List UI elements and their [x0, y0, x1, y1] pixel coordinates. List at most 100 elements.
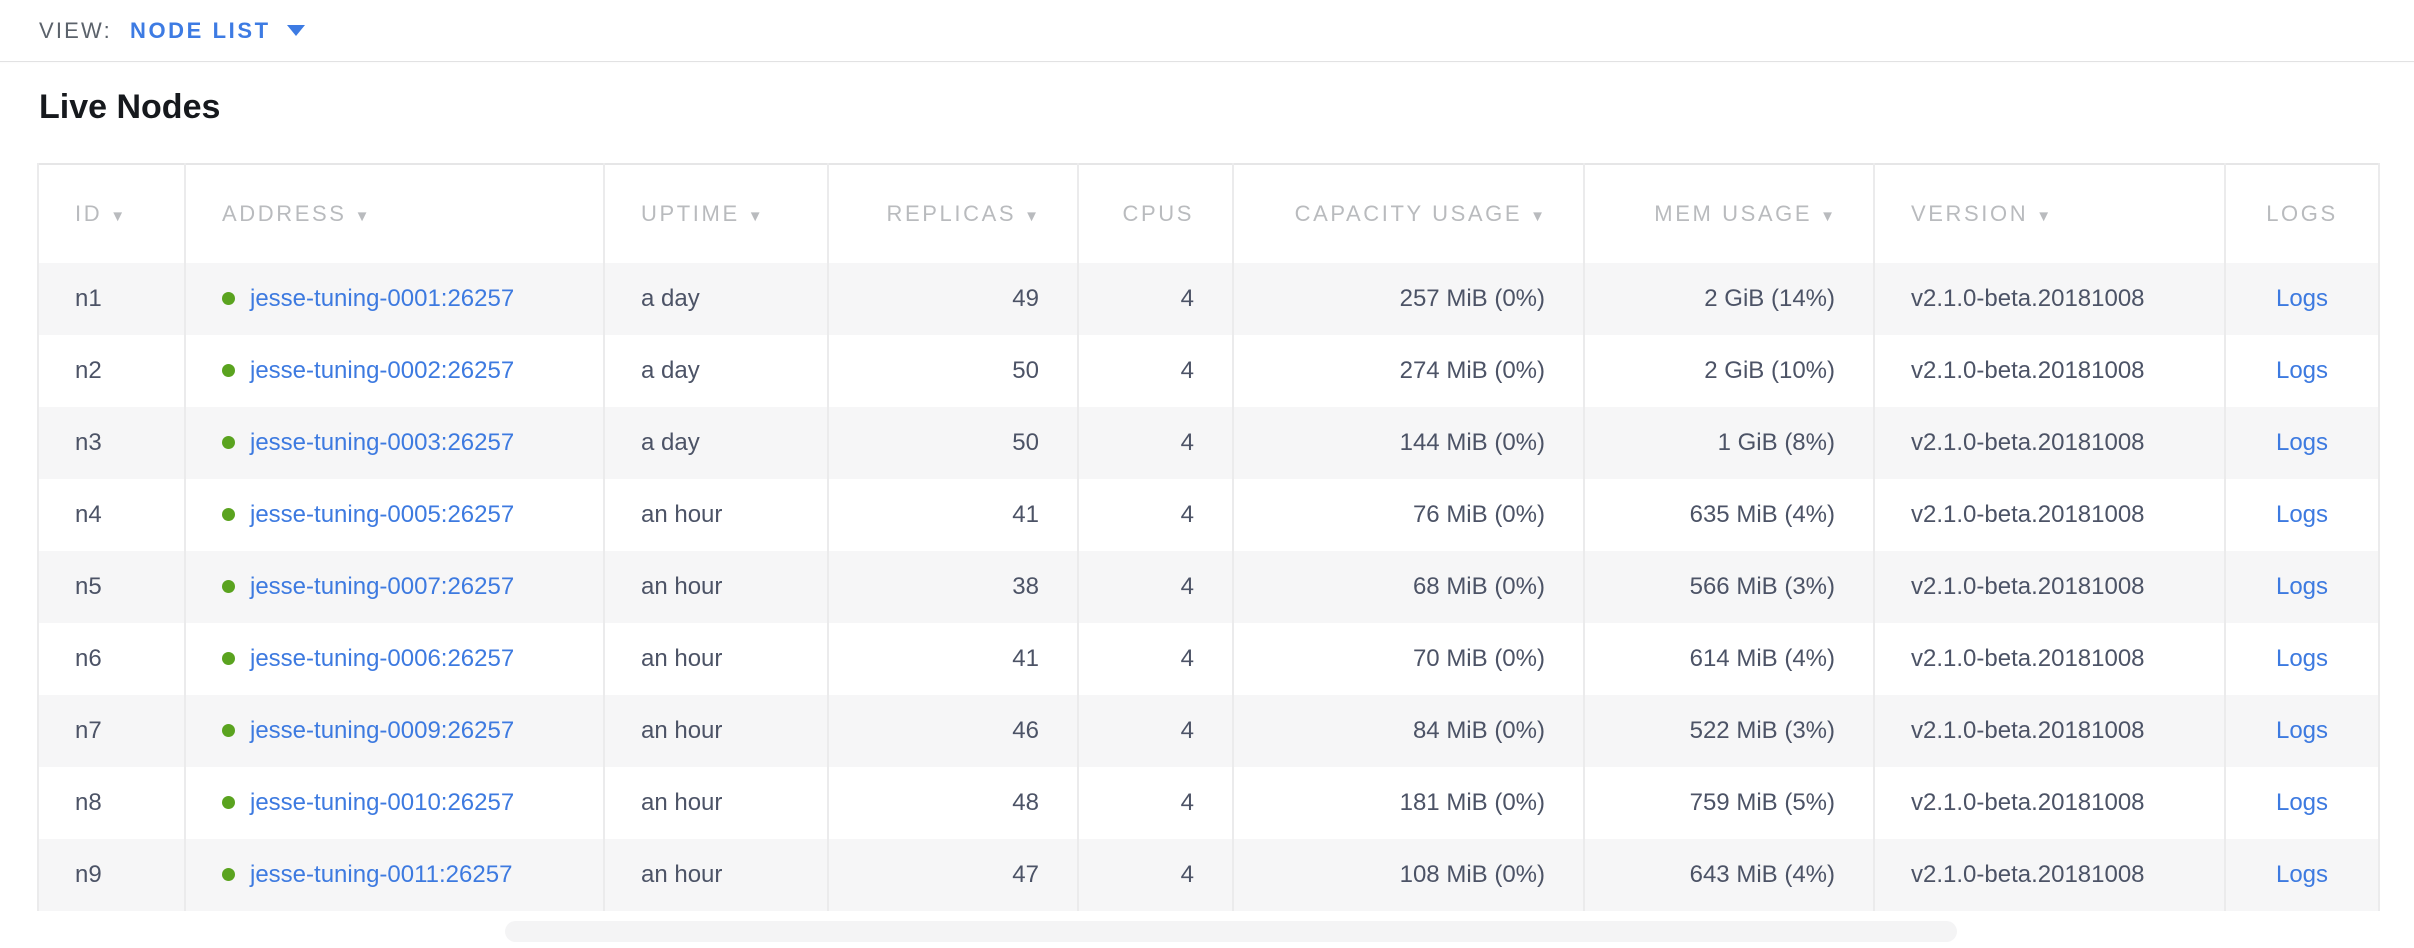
cell-replicas: 48 — [828, 767, 1078, 839]
column-header-label: REPLICAS — [887, 201, 1017, 226]
node-healthy-status-icon — [222, 292, 235, 305]
cell-replicas: 38 — [828, 551, 1078, 623]
view-label: VIEW: — [39, 18, 112, 44]
cell-version: v2.1.0-beta.20181008 — [1874, 551, 2225, 623]
chevron-down-icon — [287, 25, 305, 36]
node-row-n4: n4jesse-tuning-0005:26257an hour41476 Mi… — [38, 479, 2379, 551]
view-selector-dropdown[interactable]: NODE LIST — [130, 18, 305, 44]
column-header-replicas[interactable]: REPLICAS▼ — [828, 164, 1078, 263]
cell-address: jesse-tuning-0006:26257 — [185, 623, 604, 695]
column-header-mem[interactable]: MEM USAGE▼ — [1584, 164, 1874, 263]
cell-capacity: 84 MiB (0%) — [1233, 695, 1584, 767]
cell-replicas: 41 — [828, 479, 1078, 551]
cell-uptime: an hour — [604, 479, 828, 551]
column-header-capacity[interactable]: CAPACITY USAGE ▼ — [1233, 164, 1584, 263]
cell-cpus: 4 — [1078, 695, 1233, 767]
column-header-uptime[interactable]: UPTIME▼ — [604, 164, 828, 263]
cell-cpus: 4 — [1078, 623, 1233, 695]
cell-version: v2.1.0-beta.20181008 — [1874, 839, 2225, 911]
column-header-label: UPTIME — [641, 201, 740, 226]
cell-version: v2.1.0-beta.20181008 — [1874, 767, 2225, 839]
cell-mem: 614 MiB (4%) — [1584, 623, 1874, 695]
horizontal-scrollbar[interactable] — [505, 921, 1957, 942]
cell-replicas: 41 — [828, 623, 1078, 695]
cell-logs: Logs — [2225, 623, 2379, 695]
cell-logs: Logs — [2225, 335, 2379, 407]
cell-capacity: 144 MiB (0%) — [1233, 407, 1584, 479]
node-logs-link[interactable]: Logs — [2276, 501, 2328, 528]
node-row-n2: n2jesse-tuning-0002:26257a day504274 MiB… — [38, 335, 2379, 407]
node-logs-link[interactable]: Logs — [2276, 357, 2328, 384]
node-logs-link[interactable]: Logs — [2276, 429, 2328, 456]
cell-version: v2.1.0-beta.20181008 — [1874, 623, 2225, 695]
live-nodes-table: ID▼ADDRESS▼UPTIME▼REPLICAS▼CPUSCAPACITY … — [37, 163, 2380, 911]
cell-version: v2.1.0-beta.20181008 — [1874, 479, 2225, 551]
node-address-link[interactable]: jesse-tuning-0006:26257 — [250, 645, 514, 672]
node-logs-link[interactable]: Logs — [2276, 285, 2328, 312]
node-row-n8: n8jesse-tuning-0010:26257an hour484181 M… — [38, 767, 2379, 839]
column-header-label: ADDRESS — [222, 201, 347, 226]
cell-capacity: 257 MiB (0%) — [1233, 263, 1584, 335]
cell-version: v2.1.0-beta.20181008 — [1874, 263, 2225, 335]
cell-uptime: a day — [604, 263, 828, 335]
cell-address: jesse-tuning-0011:26257 — [185, 839, 604, 911]
column-header-version[interactable]: VERSION▼ — [1874, 164, 2225, 263]
cell-uptime: an hour — [604, 695, 828, 767]
cell-cpus: 4 — [1078, 767, 1233, 839]
node-logs-link[interactable]: Logs — [2276, 645, 2328, 672]
node-address-link[interactable]: jesse-tuning-0009:26257 — [250, 717, 514, 744]
cell-capacity: 70 MiB (0%) — [1233, 623, 1584, 695]
cell-capacity: 274 MiB (0%) — [1233, 335, 1584, 407]
column-header-label: CAPACITY USAGE — [1295, 201, 1523, 226]
column-header-id[interactable]: ID▼ — [38, 164, 185, 263]
view-selected-value: NODE LIST — [130, 18, 271, 44]
sort-desc-icon: ▼ — [1530, 208, 1545, 225]
node-logs-link[interactable]: Logs — [2276, 717, 2328, 744]
cell-id: n4 — [38, 479, 185, 551]
node-logs-link[interactable]: Logs — [2276, 573, 2328, 600]
cell-replicas: 50 — [828, 335, 1078, 407]
node-address-link[interactable]: jesse-tuning-0011:26257 — [250, 861, 512, 888]
table-header-row: ID▼ADDRESS▼UPTIME▼REPLICAS▼CPUSCAPACITY … — [38, 164, 2379, 263]
view-bar: VIEW: NODE LIST — [0, 0, 2414, 62]
node-healthy-status-icon — [222, 508, 235, 521]
cell-address: jesse-tuning-0003:26257 — [185, 407, 604, 479]
cell-cpus: 4 — [1078, 839, 1233, 911]
node-healthy-status-icon — [222, 364, 235, 377]
node-row-n3: n3jesse-tuning-0003:26257a day504144 MiB… — [38, 407, 2379, 479]
node-logs-link[interactable]: Logs — [2276, 789, 2328, 816]
cell-logs: Logs — [2225, 695, 2379, 767]
cell-capacity: 76 MiB (0%) — [1233, 479, 1584, 551]
cell-mem: 643 MiB (4%) — [1584, 839, 1874, 911]
node-healthy-status-icon — [222, 652, 235, 665]
cell-id: n6 — [38, 623, 185, 695]
cell-mem: 635 MiB (4%) — [1584, 479, 1874, 551]
column-header-label: MEM USAGE — [1654, 201, 1812, 226]
cell-mem: 1 GiB (8%) — [1584, 407, 1874, 479]
node-address-link[interactable]: jesse-tuning-0010:26257 — [250, 789, 514, 816]
page-title: Live Nodes — [0, 62, 2414, 127]
column-header-address[interactable]: ADDRESS ▼ — [185, 164, 604, 263]
node-address-link[interactable]: jesse-tuning-0003:26257 — [250, 429, 514, 456]
sort-desc-icon: ▼ — [355, 208, 370, 225]
node-address-link[interactable]: jesse-tuning-0007:26257 — [250, 573, 514, 600]
column-header-label: ID — [75, 201, 102, 226]
cell-address: jesse-tuning-0001:26257 — [185, 263, 604, 335]
cell-address: jesse-tuning-0007:26257 — [185, 551, 604, 623]
node-row-n5: n5jesse-tuning-0007:26257an hour38468 Mi… — [38, 551, 2379, 623]
node-logs-link[interactable]: Logs — [2276, 861, 2328, 888]
cell-id: n8 — [38, 767, 185, 839]
node-address-link[interactable]: jesse-tuning-0005:26257 — [250, 501, 514, 528]
cell-version: v2.1.0-beta.20181008 — [1874, 335, 2225, 407]
cell-id: n7 — [38, 695, 185, 767]
cell-uptime: an hour — [604, 839, 828, 911]
node-row-n6: n6jesse-tuning-0006:26257an hour41470 Mi… — [38, 623, 2379, 695]
node-address-link[interactable]: jesse-tuning-0001:26257 — [250, 285, 514, 312]
live-nodes-table-container: ID▼ADDRESS▼UPTIME▼REPLICAS▼CPUSCAPACITY … — [37, 163, 2414, 911]
node-healthy-status-icon — [222, 580, 235, 593]
cell-capacity: 181 MiB (0%) — [1233, 767, 1584, 839]
cell-capacity: 108 MiB (0%) — [1233, 839, 1584, 911]
node-address-link[interactable]: jesse-tuning-0002:26257 — [250, 357, 514, 384]
cell-replicas: 50 — [828, 407, 1078, 479]
cell-mem: 2 GiB (14%) — [1584, 263, 1874, 335]
